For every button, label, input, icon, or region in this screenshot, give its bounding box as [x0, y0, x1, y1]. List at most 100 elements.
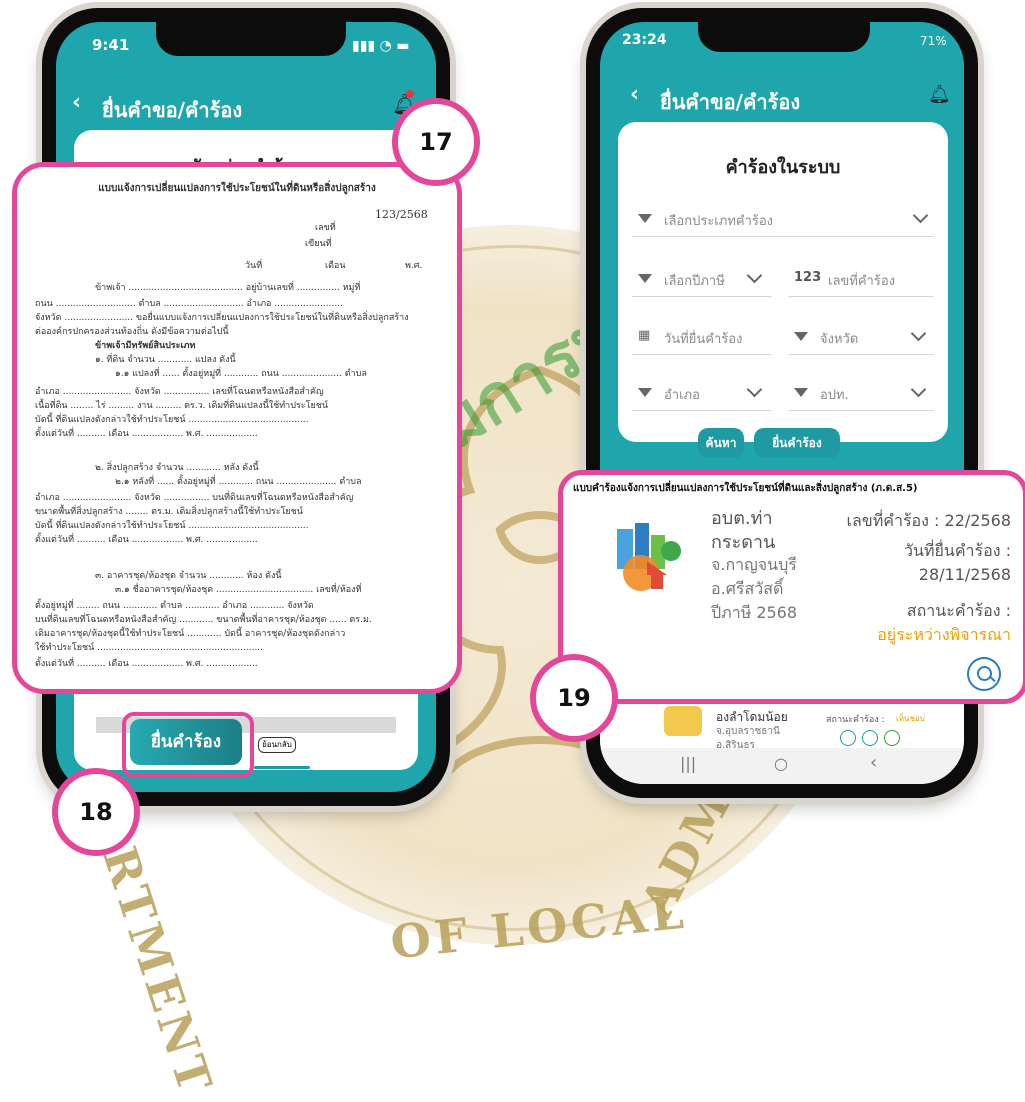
status-battery: 71%: [920, 34, 947, 48]
doc-line: ๓.๑ ชื่ออาคารชุด/ห้องชุด ...............…: [115, 585, 362, 595]
history-icon[interactable]: [862, 730, 878, 746]
tax-year-placeholder: เลือกปีภาษี: [664, 274, 725, 289]
org-logo-icon: [617, 523, 681, 591]
page-indicator: [254, 766, 310, 769]
doc-line: บัดนี้ ที่ดินแปลงดังกล่าวใช้ทำประโยชน์ .…: [35, 415, 309, 425]
chevron-down-icon: [910, 325, 927, 342]
tax-year: ปีภาษี 2568: [711, 603, 798, 622]
doc-line: จังหวัด ........................ ขอยื่นแ…: [35, 313, 409, 323]
doc-line: ต่อองค์กรปกครองส่วนท้องถิ่น ดังมีข้อความ…: [35, 327, 229, 337]
sample-document: แบบแจ้งการเปลี่ยนแปลงการใช้ประโยชน์ในที่…: [35, 179, 439, 675]
chevron-down-icon: [910, 381, 927, 398]
org-logo: [664, 706, 702, 736]
sample-document-highlight: แบบแจ้งการเปลี่ยนแปลงการใช้ประโยชน์ในที่…: [12, 162, 462, 694]
doc-line: ตั้งแต่วันที่ .......... เดือน .........…: [35, 659, 258, 669]
next-status-value: เห็นชอบ: [896, 714, 925, 723]
doc-line: บัดนี้ ที่ดินแปลงดังกล่าวใช้ทำประโยชน์ .…: [35, 521, 309, 531]
doc-line: ใช้ทำประโยชน์ ..........................…: [35, 643, 264, 653]
filter-icon: [794, 388, 808, 397]
district-select[interactable]: อำเภอ: [632, 376, 772, 411]
search-button[interactable]: ค้นหา: [698, 428, 744, 458]
requests-filter-card: คำร้องในระบบ เลือกประเภทคำร้อง เลือกปีภา…: [618, 122, 948, 442]
doc-number: 123/2568: [375, 208, 428, 221]
doc-label-no: เลขที่: [315, 223, 336, 233]
notification-bell-icon[interactable]: 🔔︎: [928, 84, 951, 105]
tax-year-select[interactable]: เลือกปีภาษี: [632, 262, 772, 297]
status-value: อยู่ระหว่างพิจารณา: [877, 625, 1011, 644]
filter-icon: [794, 332, 808, 341]
province-placeholder: จังหวัด: [820, 332, 859, 347]
back-button[interactable]: ย้อนกลับ: [258, 737, 296, 753]
notch: [698, 22, 870, 52]
filter-icon: [638, 274, 652, 283]
next-list-item[interactable]: องลำโดมน้อย จ.อุบลราชธานี อ.สิรินธร สถาน…: [600, 702, 964, 784]
status-time: 9:41: [92, 36, 130, 54]
recents-icon[interactable]: |||: [680, 754, 696, 773]
lao-placeholder: อปท.: [820, 388, 849, 403]
doc-line: ถนน ............................ ตำบล ..…: [35, 299, 343, 309]
add-icon[interactable]: [884, 730, 900, 746]
doc-line: ตั้งแต่วันที่ .......... เดือน .........…: [35, 429, 258, 439]
submit-date-label: วันที่ยื่นคำร้อง :: [904, 541, 1011, 560]
submit-date-value: 28/11/2568: [918, 565, 1011, 584]
calendar-icon: ▦: [638, 328, 651, 343]
status-label: สถานะคำร้อง :: [906, 601, 1011, 620]
next-province: จ.อุบลราชธานี: [716, 726, 780, 737]
back-icon[interactable]: ‹: [630, 82, 639, 107]
doc-line: ตั้งแต่วันที่ .......... เดือน .........…: [35, 535, 258, 545]
doc-line: บนที่ดินเลขที่โฉนดหรือหนังสือสำคัญ .....…: [35, 615, 372, 625]
card-title: คำร้องในระบบ: [725, 157, 841, 178]
lao-select[interactable]: อปท.: [788, 376, 934, 411]
doc-label-date: วันที่: [245, 261, 263, 271]
district-placeholder: อำเภอ: [664, 388, 700, 403]
page-title: ยื่นคำขอ/คำร้อง: [102, 98, 243, 122]
doc-line: ๑.๑ แปลงที่ ...... ตั้งอยู่หมู่ที่ .....…: [115, 369, 367, 379]
status-signal-icons: ▮▮▮ ◔ ▬: [352, 38, 410, 54]
doc-line: ๒.๑ หลังที่ ...... ตั้งอยู่หมู่ที่ .....…: [115, 477, 362, 487]
result-heading: แบบคำร้องแจ้งการเปลี่ยนแปลงการใช้ประโยชน…: [573, 483, 918, 494]
request-number-placeholder: เลขที่คำร้อง: [828, 274, 895, 289]
nav-back-icon[interactable]: ‹: [870, 752, 877, 773]
chevron-down-icon: [746, 267, 763, 284]
filter-icon: [638, 388, 652, 397]
next-status-label: สถานะคำร้อง :: [826, 715, 885, 725]
doc-line: ข้าพเจ้ามีทรัพย์สินประเภท: [95, 341, 196, 351]
page-title: ยื่นคำขอ/คำร้อง: [660, 90, 801, 114]
doc-heading: แบบแจ้งการเปลี่ยนแปลงการใช้ประโยชน์ในที่…: [98, 183, 376, 194]
notification-dot: [406, 90, 414, 98]
home-icon[interactable]: ○: [774, 754, 788, 773]
submit-date-placeholder: วันที่ยื่นคำร้อง: [664, 332, 743, 347]
doc-line: ๓. อาคารชุด/ห้องชุด จำนวน ............ ห…: [95, 571, 282, 581]
android-nav-bar: ||| ○ ‹: [600, 748, 964, 784]
callout-badge-18: 18: [52, 768, 140, 856]
notch: [156, 22, 346, 56]
request-number-input[interactable]: 123 เลขที่คำร้อง: [788, 262, 934, 297]
callout-badge-17: 17: [392, 98, 480, 186]
filter-icon: [638, 214, 652, 223]
doc-label-year: พ.ศ.: [405, 261, 423, 271]
province-select[interactable]: จังหวัด: [788, 320, 934, 355]
view-icon[interactable]: [840, 730, 856, 746]
doc-line: ๒. สิ่งปลูกสร้าง จำนวน ............ หลัง…: [95, 463, 259, 473]
search-icon-handle: [989, 675, 996, 683]
submit-request-button[interactable]: ยื่นคำร้อง: [130, 719, 242, 765]
doc-label-at: เขียนที่: [305, 239, 332, 249]
doc-line: ๑. ที่ดิน จำนวน ............ แปลง ดังนี้: [95, 355, 236, 365]
org-district: อ.ศรีสวัสดิ์: [711, 579, 784, 598]
request-result-card[interactable]: แบบคำร้องแจ้งการเปลี่ยนแปลงการใช้ประโยชน…: [558, 470, 1025, 704]
status-time: 23:24: [622, 32, 667, 48]
request-number: เลขที่คำร้อง : 22/2568: [846, 511, 1012, 530]
search-icon: [977, 666, 992, 681]
doc-line: ขนาดพื้นที่สิ่งปลูกสร้าง ........ ตร.ม. …: [35, 507, 303, 517]
search-detail-button[interactable]: [967, 657, 1001, 691]
submit-request-button[interactable]: ยื่นคำร้อง: [754, 428, 840, 458]
chevron-down-icon: [912, 207, 929, 224]
doc-line: ข้าพเจ้า ...............................…: [95, 283, 361, 293]
org-province: จ.กาญจนบุรี: [711, 555, 797, 574]
submit-date-picker[interactable]: ▦ วันที่ยื่นคำร้อง: [632, 320, 772, 355]
request-type-placeholder: เลือกประเภทคำร้อง: [664, 214, 774, 229]
doc-line: อำเภอ ........................ จังหวัด .…: [35, 493, 354, 503]
doc-line: เนื้อที่ดิน ........ ไร่ ......... งาน .…: [35, 401, 328, 411]
request-type-select[interactable]: เลือกประเภทคำร้อง: [632, 202, 934, 237]
back-icon[interactable]: ‹: [72, 90, 81, 115]
